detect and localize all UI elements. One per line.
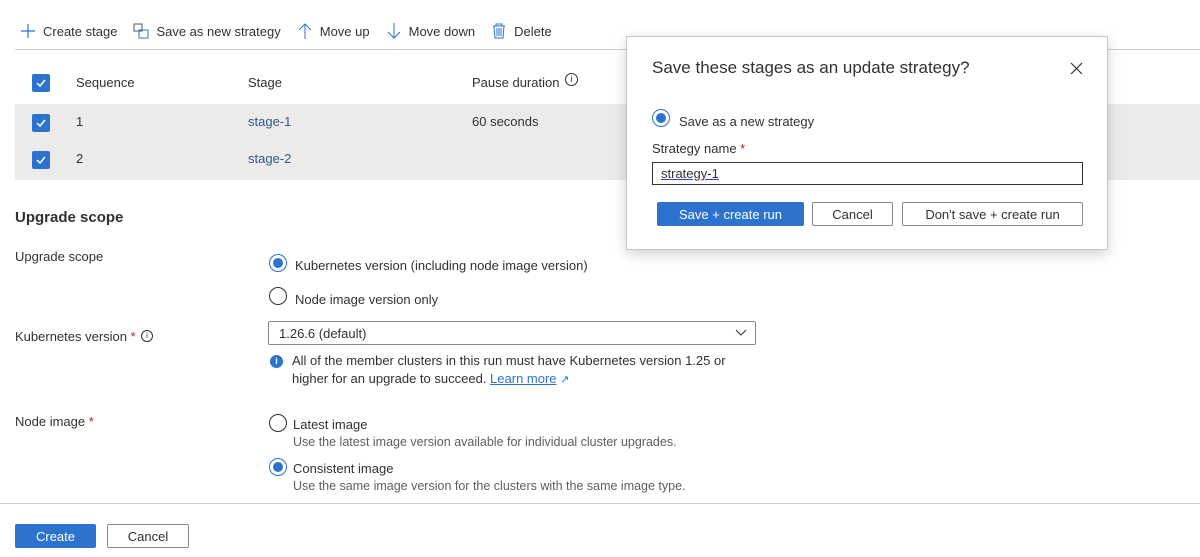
arrow-up-icon [298,23,312,39]
info-filled-icon: i [270,355,283,368]
latest-image-desc: Use the latest image version available f… [293,435,677,449]
info-icon[interactable]: i [565,73,578,86]
latest-image-option: Latest image [293,417,368,432]
k8s-version-dropdown[interactable]: 1.26.6 (default) [268,321,756,345]
dont-save-create-run-button[interactable]: Don't save + create run [902,202,1083,226]
row-checkbox[interactable] [32,114,50,132]
delete-button[interactable]: Delete [491,23,552,39]
strategy-name-label: Strategy name * [652,141,746,156]
move-down-label: Move down [408,23,476,39]
latest-image-radio[interactable] [269,414,287,432]
row-stage-link[interactable]: stage-2 [248,151,291,166]
save-new-strategy-radio[interactable] [652,109,670,127]
row-stage-link[interactable]: stage-1 [248,114,291,129]
chevron-down-icon [735,329,747,336]
strategy-name-input[interactable]: strategy-1 [652,162,1083,185]
move-down-button[interactable]: Move down [386,22,475,40]
info-icon[interactable]: i [141,330,153,342]
header-sequence: Sequence [76,75,135,90]
row-pause: 60 seconds [472,114,539,129]
external-link-icon: ↗ [560,374,570,386]
create-stage-button[interactable]: Create stage [20,23,117,39]
move-up-button[interactable]: Move up [297,22,370,40]
info-text-line1: All of the member clusters in this run m… [292,353,726,368]
dialog-title: Save these stages as an update strategy? [652,58,970,77]
dialog-cancel-button[interactable]: Cancel [812,202,893,226]
upgrade-scope-heading: Upgrade scope [15,209,124,226]
consistent-image-desc: Use the same image version for the clust… [293,479,686,493]
k8s-version-label: Kubernetes version * [15,329,136,344]
node-image-only-option: Node image version only [295,292,439,307]
strategy-name-value: strategy-1 [661,166,719,181]
node-image-label: Node image * [15,414,94,429]
consistent-image-option: Consistent image [293,461,394,476]
save-strategy-label: Save as new strategy [156,23,281,39]
plus-icon [21,24,35,38]
row-sequence: 2 [76,151,84,166]
close-icon[interactable] [1070,62,1083,75]
k8s-version-option: Kubernetes version (including node image… [295,258,588,273]
toolbar: Create stage Save as new strategy Move u… [20,22,568,40]
save-create-run-button[interactable]: Save + create run [657,202,804,226]
consistent-image-radio[interactable] [269,458,287,476]
create-stage-label: Create stage [43,23,118,39]
row-sequence: 1 [76,114,84,129]
info-text-line2: higher for an upgrade to succeed. Learn … [292,371,570,386]
trash-icon [493,23,506,39]
save-icon [133,23,149,39]
create-button[interactable]: Create [15,524,96,548]
move-up-label: Move up [319,23,370,39]
select-all-checkbox[interactable] [32,74,50,92]
header-pause-duration: Pause duration [472,75,560,90]
header-stage: Stage [248,75,282,90]
footer-divider [0,503,1200,504]
cancel-button[interactable]: Cancel [107,524,189,548]
delete-label: Delete [514,23,552,39]
node-image-only-radio[interactable] [269,287,287,305]
upgrade-scope-label: Upgrade scope [15,249,104,264]
save-strategy-dialog: Save these stages as an update strategy?… [626,36,1108,250]
k8s-version-radio[interactable] [269,254,287,272]
save-new-strategy-label: Save as a new strategy [679,114,815,129]
row-checkbox[interactable] [32,151,50,169]
learn-more-link[interactable]: Learn more [490,371,556,386]
arrow-down-icon [387,23,400,39]
k8s-version-value: 1.26.6 (default) [279,326,367,341]
save-as-new-strategy-button[interactable]: Save as new strategy [133,23,281,39]
